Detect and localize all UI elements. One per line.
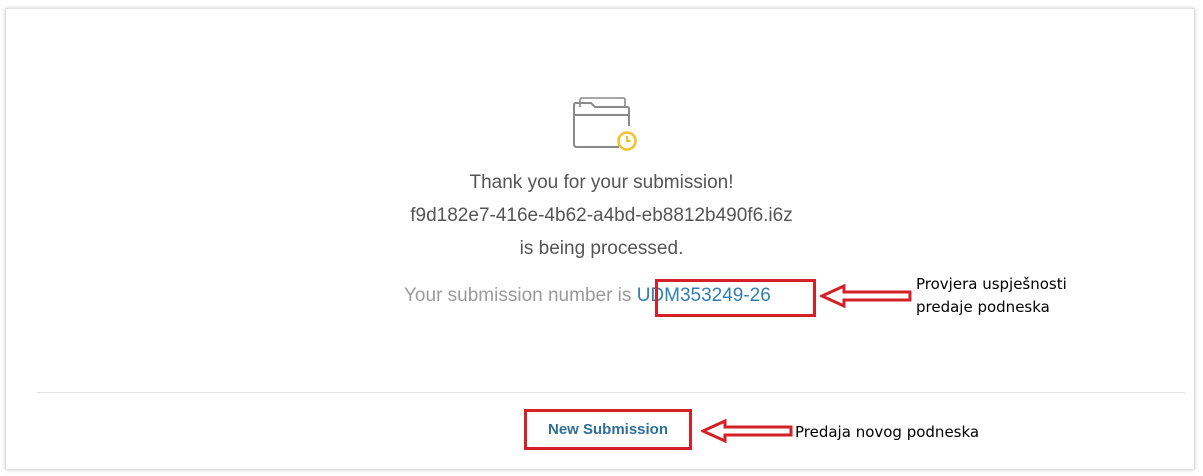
submission-number-prefix: Your submission number is [404, 285, 637, 306]
annotation-new-submission: Predaja novog podneska [795, 423, 980, 441]
folder-clock-icon [573, 97, 637, 151]
annotation-check-line1: Provjera uspješnosti [916, 275, 1067, 293]
arrow-left-icon [701, 419, 793, 443]
annotation-check-submission: Provjera uspješnosti predaje podneska [916, 273, 1067, 319]
divider [37, 392, 1185, 393]
new-submission-button[interactable]: New Submission [524, 409, 692, 450]
thank-you-message: Thank you for your submission! [469, 172, 734, 193]
highlight-box-submission-number [655, 279, 816, 317]
file-id: f9d182e7-416e-4b62-a4bd-eb8812b490f6.i6z [410, 205, 793, 226]
processing-status: is being processed. [519, 238, 684, 259]
arrow-left-icon [820, 284, 912, 308]
annotation-check-line2: predaje podneska [916, 298, 1050, 316]
